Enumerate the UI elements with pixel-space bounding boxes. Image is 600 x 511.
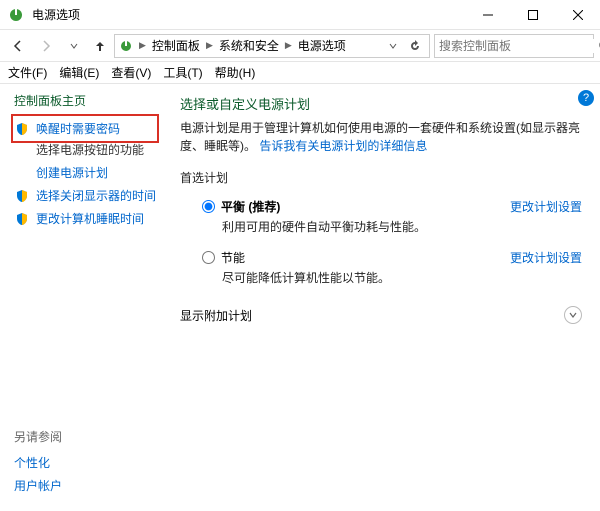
- close-button[interactable]: [555, 0, 600, 29]
- back-button[interactable]: [6, 34, 30, 58]
- refresh-button[interactable]: [405, 40, 425, 52]
- link-user-accounts[interactable]: 用户帐户: [14, 474, 62, 497]
- sidebar-power-button[interactable]: 选择电源按钮的功能: [14, 140, 156, 161]
- page-title: 选择或自定义电源计划: [180, 94, 582, 113]
- shield-icon: [14, 188, 30, 204]
- window-controls: [465, 0, 600, 29]
- chevron-down-icon: [568, 310, 578, 320]
- navbar: ▶ 控制面板 ▶ 系统和安全 ▶ 电源选项: [0, 30, 600, 62]
- plan-row: 节能 尽可能降低计算机性能以节能。 更改计划设置: [180, 245, 582, 296]
- help-icon[interactable]: ?: [578, 90, 594, 106]
- plan-saver[interactable]: 节能: [202, 249, 510, 266]
- breadcrumb-item[interactable]: 电源选项: [298, 37, 346, 54]
- additional-plans-label: 显示附加计划: [180, 307, 252, 324]
- up-button[interactable]: [90, 34, 110, 58]
- recent-dropdown[interactable]: [62, 34, 86, 58]
- power-options-icon: [8, 7, 24, 23]
- menu-edit[interactable]: 编辑(E): [53, 62, 105, 83]
- change-plan-settings-link[interactable]: 更改计划设置: [510, 198, 582, 215]
- chevron-right-icon[interactable]: ▶: [137, 40, 148, 51]
- main-panel: ? 选择或自定义电源计划 电源计划是用于管理计算机如何使用电源的一套硬件和系统设…: [170, 84, 600, 511]
- menu-file[interactable]: 文件(F): [2, 62, 53, 83]
- breadcrumb-item[interactable]: 系统和安全: [219, 37, 279, 54]
- sidebar-create-plan[interactable]: 创建电源计划: [14, 161, 156, 184]
- shield-icon: [14, 121, 30, 137]
- sidebar-see-also: 另请参阅 个性化 用户帐户: [14, 428, 62, 497]
- shield-icon: [14, 211, 30, 227]
- chevron-right-icon[interactable]: ▶: [204, 40, 215, 51]
- menubar: 文件(F) 编辑(E) 查看(V) 工具(T) 帮助(H): [0, 62, 600, 84]
- content: 控制面板主页 唤醒时需要密码 选择电源按钮的功能 创建电源计划 选择关闭显示器的…: [0, 84, 600, 511]
- sidebar-link-label: 更改计算机睡眠时间: [36, 210, 144, 227]
- address-dropdown[interactable]: [383, 40, 403, 52]
- sidebar-display-off[interactable]: 选择关闭显示器的时间: [14, 184, 156, 207]
- plan-name: 平衡 (推荐): [221, 198, 280, 215]
- menu-tools[interactable]: 工具(T): [157, 62, 208, 83]
- plan-row: 平衡 (推荐) 利用可用的硬件自动平衡功耗与性能。 更改计划设置: [180, 194, 582, 245]
- plan-desc: 利用可用的硬件自动平衡功耗与性能。: [202, 218, 510, 235]
- power-icon-small: [119, 39, 133, 53]
- additional-plans-row: 显示附加计划: [180, 302, 582, 328]
- preferred-plans-label: 首选计划: [180, 169, 582, 186]
- plan-radio[interactable]: [202, 251, 215, 264]
- blank-icon: [14, 165, 30, 181]
- search-box[interactable]: [434, 34, 594, 58]
- sidebar-link-label: 选择关闭显示器的时间: [36, 187, 156, 204]
- sidebar-link-label: 唤醒时需要密码: [36, 120, 120, 137]
- page-description: 电源计划是用于管理计算机如何使用电源的一套硬件和系统设置(如显示器亮度、睡眠等)…: [180, 119, 582, 155]
- sidebar-sleep-time[interactable]: 更改计算机睡眠时间: [14, 207, 156, 230]
- minimize-button[interactable]: [465, 0, 510, 29]
- desc-link[interactable]: 告诉我有关电源计划的详细信息: [259, 139, 427, 153]
- plan-name: 节能: [221, 249, 245, 266]
- window-title: 电源选项: [32, 6, 465, 23]
- forward-button[interactable]: [34, 34, 58, 58]
- menu-help[interactable]: 帮助(H): [209, 62, 262, 83]
- see-also-label: 另请参阅: [14, 428, 62, 445]
- expand-button[interactable]: [564, 306, 582, 324]
- sidebar-link-label: 创建电源计划: [36, 164, 108, 181]
- titlebar: 电源选项: [0, 0, 600, 30]
- sidebar-wake-password[interactable]: 唤醒时需要密码: [14, 117, 156, 140]
- link-personalize[interactable]: 个性化: [14, 451, 62, 474]
- sidebar: 控制面板主页 唤醒时需要密码 选择电源按钮的功能 创建电源计划 选择关闭显示器的…: [0, 84, 170, 511]
- plan-radio[interactable]: [202, 200, 215, 213]
- chevron-right-icon[interactable]: ▶: [283, 40, 294, 51]
- sidebar-title[interactable]: 控制面板主页: [14, 92, 156, 109]
- address-bar[interactable]: ▶ 控制面板 ▶ 系统和安全 ▶ 电源选项: [114, 34, 430, 58]
- maximize-button[interactable]: [510, 0, 555, 29]
- change-plan-settings-link[interactable]: 更改计划设置: [510, 249, 582, 266]
- search-input[interactable]: [439, 39, 594, 53]
- menu-view[interactable]: 查看(V): [105, 62, 157, 83]
- plan-balanced[interactable]: 平衡 (推荐): [202, 198, 510, 215]
- plan-desc: 尽可能降低计算机性能以节能。: [202, 269, 510, 286]
- breadcrumb-item[interactable]: 控制面板: [152, 37, 200, 54]
